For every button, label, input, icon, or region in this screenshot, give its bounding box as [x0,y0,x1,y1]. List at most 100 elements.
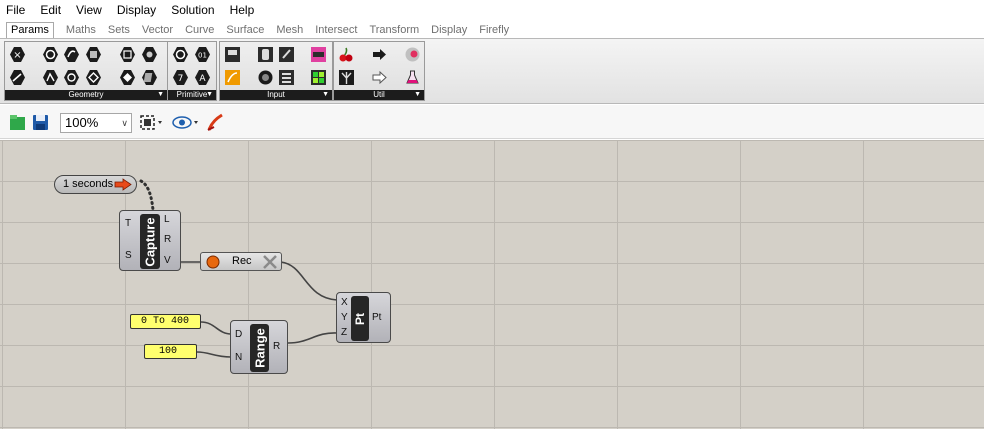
tab-transform[interactable]: Transform [367,24,421,38]
range-input-n[interactable]: N [235,352,242,363]
button-icon[interactable] [257,46,274,63]
count-slider-value: 100 [159,346,178,357]
preview-eye-icon[interactable] [172,114,202,131]
svg-text:A: A [199,74,206,84]
ribbon-group-label: Util ▼ [334,90,424,100]
clear-data-icon[interactable] [261,254,279,270]
menu-edit[interactable]: Edit [40,3,61,17]
zoom-extents-icon[interactable] [139,114,165,131]
param-line-icon[interactable] [42,69,59,86]
menu-view[interactable]: View [76,3,102,17]
record-icon [206,255,220,269]
param-circle-icon[interactable] [42,46,59,63]
timer-label: 1 seconds [63,178,114,190]
data-recorder-component[interactable]: Rec [200,252,282,271]
zoom-level-select[interactable]: 100% ∨ [60,113,132,133]
param-surface-icon[interactable] [141,69,158,86]
capture-input-t[interactable]: T [125,218,131,229]
param-field-icon[interactable] [141,46,158,63]
param-box-icon[interactable] [119,46,136,63]
wire-rec-x [280,261,338,301]
range-label-block: Range [250,324,269,372]
tab-vector[interactable]: Vector [140,24,175,38]
boolean-toggle-icon[interactable] [224,46,241,63]
component-tab-bar: Params Maths Sets Vector Curve Surface M… [0,20,984,38]
timer-component[interactable]: 1 seconds [54,175,137,194]
tab-sets[interactable]: Sets [106,24,132,38]
capture-input-s[interactable]: S [125,250,132,261]
point-label-block: Pt [351,296,369,341]
data-output-arrow-icon[interactable] [371,69,388,86]
param-plane-icon[interactable] [85,69,102,86]
param-text-icon[interactable]: A [194,69,211,86]
param-arc-icon[interactable] [63,46,80,63]
point-name: Pt [353,312,367,325]
param-mesh-icon[interactable] [63,69,80,86]
param-integer-icon[interactable]: 01 [194,46,211,63]
param-brep-icon[interactable] [85,46,102,63]
panel-icon[interactable] [278,46,295,63]
capture-output-l[interactable]: L [164,214,170,225]
flask-icon[interactable] [404,69,421,86]
gradient-icon[interactable] [310,46,327,63]
point-input-y[interactable]: Y [341,312,348,323]
tab-intersect[interactable]: Intersect [313,24,359,38]
tab-mesh[interactable]: Mesh [274,24,305,38]
range-component[interactable]: D N Range R [230,320,288,374]
param-boolean-icon[interactable] [172,46,189,63]
ribbon-group-util: Util ▼ [333,41,425,101]
capture-output-r[interactable]: R [164,234,171,245]
save-file-icon[interactable] [32,114,49,131]
range-input-d[interactable]: D [235,329,242,340]
domain-slider-value: 0 To 400 [141,316,190,327]
image-sampler-icon[interactable] [310,69,327,86]
timer-arrow-icon [114,178,132,191]
tab-display[interactable]: Display [429,24,469,38]
timer-wire [139,179,155,212]
point-output-pt[interactable]: Pt [372,312,381,323]
galapagos-icon[interactable] [404,46,421,63]
svg-text:7: 7 [178,74,184,84]
recorder-label: Rec [232,255,252,267]
wire-count-range [196,351,232,358]
menu-help[interactable]: Help [230,3,255,17]
menu-display[interactable]: Display [117,3,156,17]
open-file-icon[interactable] [9,114,26,131]
point-input-z[interactable]: Z [341,327,347,338]
ribbon-group-label: Primitive ▼ [168,90,216,100]
cluster-icon[interactable] [338,69,355,86]
tab-curve[interactable]: Curve [183,24,216,38]
count-slider[interactable]: 100 [144,344,197,359]
range-output-r[interactable]: R [273,341,280,352]
param-geometry-icon[interactable]: × [9,46,26,63]
graph-mapper-icon[interactable] [224,69,241,86]
capture-component[interactable]: T S Capture L R V [119,210,181,271]
grasshopper-canvas[interactable]: 1 seconds T S Capture L R V Rec 0 To 400… [0,140,984,429]
capture-name: Capture [142,216,158,267]
chevron-down-icon: ∨ [121,118,128,128]
capture-output-v[interactable]: V [164,255,171,266]
svg-text:×: × [13,50,21,61]
data-dam-icon[interactable] [371,46,388,63]
ribbon-group-label: Input ▼ [220,90,332,100]
tab-params[interactable]: Params [6,22,54,38]
domain-slider[interactable]: 0 To 400 [130,314,201,329]
param-curve-icon[interactable] [9,69,26,86]
canvas-toolbar: 100% ∨ [0,105,984,139]
colour-swatch-icon[interactable] [257,69,274,86]
param-number-icon[interactable]: 7 [172,69,189,86]
tab-surface[interactable]: Surface [224,24,266,38]
menu-solution[interactable]: Solution [171,3,214,17]
sketch-pen-icon[interactable] [206,113,226,132]
point-input-x[interactable]: X [341,297,348,308]
construct-point-component[interactable]: X Y Z Pt Pt [336,292,391,343]
cherry-picker-icon[interactable] [338,46,355,63]
component-ribbon: × Geometry ▼ 01 7 A Primitive ▼ Input ▼ … [0,38,984,104]
tab-maths[interactable]: Maths [64,24,98,38]
menu-bar: File Edit View Display Solution Help [0,0,984,20]
param-point-icon[interactable] [119,69,136,86]
menu-file[interactable]: File [6,3,25,17]
ribbon-group-label: Geometry ▼ [5,90,167,100]
tab-firefly[interactable]: Firefly [477,24,511,38]
value-list-icon[interactable] [278,69,295,86]
